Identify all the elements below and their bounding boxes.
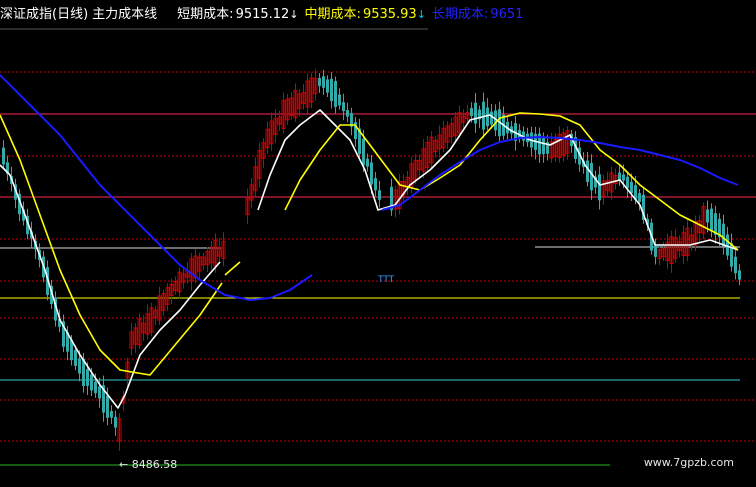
low-price-label: ← 8486.58 xyxy=(119,458,178,471)
mid-cost-label: 中期成本: xyxy=(304,7,361,22)
candle-body xyxy=(334,81,337,107)
low-price-value: 8486.58 xyxy=(131,458,178,471)
candle-body xyxy=(586,160,589,183)
candle-body xyxy=(738,270,741,280)
candle-body xyxy=(106,395,109,418)
indicator-name: 主力成本线 xyxy=(92,7,158,22)
candle-body xyxy=(94,381,97,394)
candle-body xyxy=(370,162,373,185)
short-arrow-icon: ↓ xyxy=(289,8,299,21)
candle-body xyxy=(598,174,601,201)
candle-body xyxy=(338,94,341,106)
candle-body xyxy=(330,78,333,102)
candle-body xyxy=(346,110,349,117)
candle-body xyxy=(490,111,493,125)
mid-cost-value: 9535.93 xyxy=(362,7,417,22)
candle-body xyxy=(322,76,325,88)
mid-cost-line xyxy=(0,114,223,376)
short-cost-line xyxy=(0,164,221,409)
candle-body xyxy=(374,178,377,191)
candle-body xyxy=(114,416,117,428)
candle-body xyxy=(734,256,737,274)
candle-body xyxy=(622,174,625,181)
candle-body xyxy=(342,102,345,112)
candle-body xyxy=(366,158,369,167)
long-cost-value: 9651 xyxy=(490,7,524,22)
candlestick-chart: TTT xyxy=(0,28,756,466)
candle-body xyxy=(630,181,633,194)
watermark: www.7gpzb.com xyxy=(643,456,734,469)
mid-cost-line xyxy=(224,261,241,276)
candle-body xyxy=(638,193,641,202)
candle-body xyxy=(618,172,621,181)
candle-body xyxy=(474,102,477,124)
candle-body xyxy=(362,138,365,166)
candle-body xyxy=(86,369,89,386)
short-cost-label: 短期成本: xyxy=(177,7,234,22)
candle-body xyxy=(78,358,81,374)
candle-body xyxy=(90,374,93,391)
candle-body xyxy=(542,137,545,155)
candle-body xyxy=(326,79,329,93)
candle-body xyxy=(74,350,77,366)
candle-body xyxy=(654,245,657,257)
candle-body xyxy=(470,108,473,116)
candle-body xyxy=(626,176,629,189)
chart-legend: 深证成指(日线) 主力成本线 短期成本: 9515.12↓ 中期成本: 9535.93↓ 长… xyxy=(0,6,523,24)
short-cost-value: 9515.12 xyxy=(235,7,290,22)
candle-body xyxy=(378,190,381,200)
chart-title: 深证成指(日线) xyxy=(0,7,89,22)
candle-body xyxy=(706,209,709,223)
candle-body xyxy=(486,107,489,127)
mid-arrow-icon: ↓ xyxy=(416,8,426,21)
candle-body xyxy=(722,223,725,247)
long-cost-label: 长期成本: xyxy=(431,7,489,22)
candle-body xyxy=(590,163,593,191)
candle-body xyxy=(318,78,321,86)
candle-body xyxy=(110,411,113,418)
candle-body xyxy=(98,386,101,399)
candle-body xyxy=(726,234,729,256)
signal-mark-icon: TTT xyxy=(377,275,395,285)
candle-body xyxy=(710,208,713,232)
candle-body xyxy=(2,147,5,165)
